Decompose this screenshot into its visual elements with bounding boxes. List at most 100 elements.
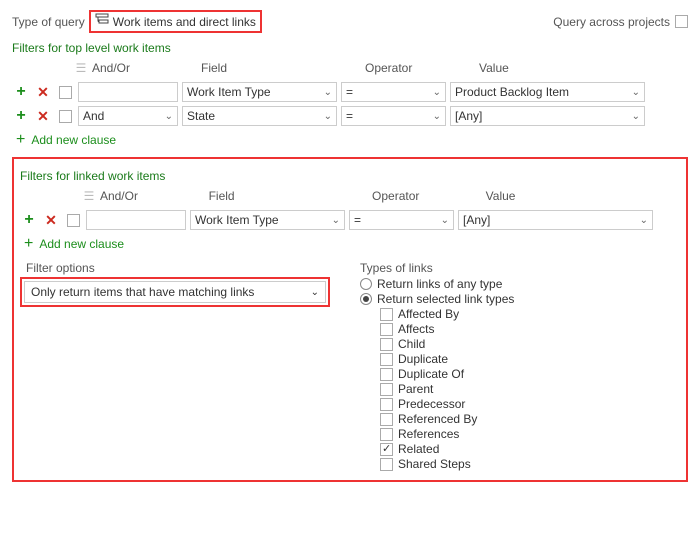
linked-filters-panel: Filters for linked work items ☰ And/Or F… bbox=[12, 157, 688, 482]
link-type-label: Referenced By bbox=[398, 412, 477, 426]
link-type-option[interactable]: Shared Steps bbox=[380, 457, 680, 471]
andor-select[interactable]: And⌄ bbox=[78, 106, 178, 126]
link-type-checkbox[interactable] bbox=[380, 458, 393, 471]
link-type-option[interactable]: Duplicate bbox=[380, 352, 680, 366]
link-type-option[interactable]: Child bbox=[380, 337, 680, 351]
chevron-down-icon: ⌄ bbox=[324, 111, 332, 122]
radio-any-label: Return links of any type bbox=[377, 277, 502, 291]
link-type-option[interactable]: Duplicate Of bbox=[380, 367, 680, 381]
filter-options-section: Filter options Only return items that ha… bbox=[20, 261, 330, 472]
field-select[interactable]: State⌄ bbox=[182, 106, 337, 126]
linked-filter-headers: ☰ And/Or Field Operator Value bbox=[20, 185, 680, 207]
link-type-label: Duplicate Of bbox=[398, 367, 464, 381]
clause-checkbox[interactable] bbox=[67, 214, 80, 227]
value-select[interactable]: [Any]⌄ bbox=[458, 210, 653, 230]
link-type-option[interactable]: Referenced By bbox=[380, 412, 680, 426]
link-type-label: Predecessor bbox=[398, 397, 465, 411]
delete-clause-button[interactable]: ✕ bbox=[34, 107, 52, 125]
chevron-down-icon: ⌄ bbox=[433, 87, 441, 98]
link-type-checkbox[interactable] bbox=[380, 443, 393, 456]
group-icon: ☰ bbox=[74, 61, 88, 75]
link-type-checkbox[interactable] bbox=[380, 353, 393, 366]
top-filter-headers: ☰ And/Or Field Operator Value bbox=[12, 57, 688, 79]
query-across-checkbox[interactable] bbox=[675, 15, 688, 28]
link-type-option[interactable]: Parent bbox=[380, 382, 680, 396]
add-clause-label: Add new clause bbox=[39, 237, 124, 251]
link-type-label: Child bbox=[398, 337, 425, 351]
link-type-label: References bbox=[398, 427, 459, 441]
chevron-down-icon: ⌄ bbox=[332, 215, 340, 226]
header-field: Field bbox=[209, 189, 368, 203]
clause-checkbox[interactable] bbox=[59, 86, 72, 99]
header-andor: And/Or bbox=[100, 189, 205, 203]
top-clause-row: + ✕ Work Item Type⌄ =⌄ Product Backlog I… bbox=[12, 81, 688, 103]
radio-any-type[interactable]: Return links of any type bbox=[360, 277, 680, 291]
link-type-checkbox[interactable] bbox=[380, 413, 393, 426]
add-clause-button[interactable]: + bbox=[20, 211, 38, 229]
header-field: Field bbox=[201, 61, 361, 75]
query-across-label: Query across projects bbox=[553, 15, 670, 29]
link-type-checkbox[interactable] bbox=[380, 383, 393, 396]
plus-icon: + bbox=[24, 235, 33, 253]
radio-icon bbox=[360, 293, 372, 305]
chevron-down-icon: ⌄ bbox=[632, 111, 640, 122]
chevron-down-icon: ⌄ bbox=[165, 111, 173, 122]
direct-links-icon bbox=[95, 13, 109, 30]
add-clause-label: Add new clause bbox=[31, 133, 116, 147]
operator-select[interactable]: =⌄ bbox=[349, 210, 454, 230]
link-types-label: Types of links bbox=[360, 261, 680, 275]
linked-clause-row: + ✕ Work Item Type⌄ =⌄ [Any]⌄ bbox=[20, 209, 680, 231]
andor-select[interactable] bbox=[78, 82, 178, 102]
link-type-label: Shared Steps bbox=[398, 457, 471, 471]
radio-icon bbox=[360, 278, 372, 290]
andor-select[interactable] bbox=[86, 210, 186, 230]
field-select[interactable]: Work Item Type⌄ bbox=[182, 82, 337, 102]
header-value: Value bbox=[479, 61, 674, 75]
chevron-down-icon: ⌄ bbox=[311, 287, 319, 298]
type-of-query-label: Type of query bbox=[12, 15, 85, 29]
plus-icon: + bbox=[16, 131, 25, 149]
filter-options-label: Filter options bbox=[26, 261, 330, 275]
delete-clause-button[interactable]: ✕ bbox=[34, 83, 52, 101]
link-type-checkbox[interactable] bbox=[380, 398, 393, 411]
add-clause-button[interactable]: + bbox=[12, 107, 30, 125]
radio-selected-types[interactable]: Return selected link types bbox=[360, 292, 680, 306]
delete-clause-button[interactable]: ✕ bbox=[42, 211, 60, 229]
link-type-label: Affects bbox=[398, 322, 434, 336]
header-andor: And/Or bbox=[92, 61, 197, 75]
chevron-down-icon: ⌄ bbox=[640, 215, 648, 226]
link-type-label: Related bbox=[398, 442, 439, 456]
header-value: Value bbox=[486, 189, 680, 203]
value-select[interactable]: Product Backlog Item⌄ bbox=[450, 82, 645, 102]
query-type-selector[interactable]: Work items and direct links bbox=[89, 10, 262, 33]
link-type-checkbox[interactable] bbox=[380, 323, 393, 336]
link-type-option[interactable]: References bbox=[380, 427, 680, 441]
operator-select[interactable]: =⌄ bbox=[341, 106, 446, 126]
link-type-option[interactable]: Affected By bbox=[380, 307, 680, 321]
operator-select[interactable]: =⌄ bbox=[341, 82, 446, 102]
link-type-label: Affected By bbox=[398, 307, 459, 321]
link-type-option[interactable]: Predecessor bbox=[380, 397, 680, 411]
query-type-value: Work items and direct links bbox=[113, 15, 256, 29]
link-type-checkbox[interactable] bbox=[380, 368, 393, 381]
group-icon: ☰ bbox=[82, 189, 96, 203]
link-type-checkbox[interactable] bbox=[380, 338, 393, 351]
field-select[interactable]: Work Item Type⌄ bbox=[190, 210, 345, 230]
chevron-down-icon: ⌄ bbox=[433, 111, 441, 122]
value-select[interactable]: [Any]⌄ bbox=[450, 106, 645, 126]
filter-options-value: Only return items that have matching lin… bbox=[31, 285, 254, 299]
add-new-clause-link[interactable]: + Add new clause bbox=[24, 235, 680, 253]
link-type-checkbox[interactable] bbox=[380, 308, 393, 321]
clause-checkbox[interactable] bbox=[59, 110, 72, 123]
radio-selected-label: Return selected link types bbox=[377, 292, 514, 306]
query-across-projects[interactable]: Query across projects bbox=[553, 15, 688, 29]
filter-options-select[interactable]: Only return items that have matching lin… bbox=[24, 281, 326, 303]
link-type-label: Duplicate bbox=[398, 352, 448, 366]
top-filters-title: Filters for top level work items bbox=[12, 41, 688, 55]
link-type-option[interactable]: Related bbox=[380, 442, 680, 456]
link-type-option[interactable]: Affects bbox=[380, 322, 680, 336]
header-operator: Operator bbox=[365, 61, 475, 75]
add-clause-button[interactable]: + bbox=[12, 83, 30, 101]
add-new-clause-link[interactable]: + Add new clause bbox=[16, 131, 688, 149]
link-type-checkbox[interactable] bbox=[380, 428, 393, 441]
